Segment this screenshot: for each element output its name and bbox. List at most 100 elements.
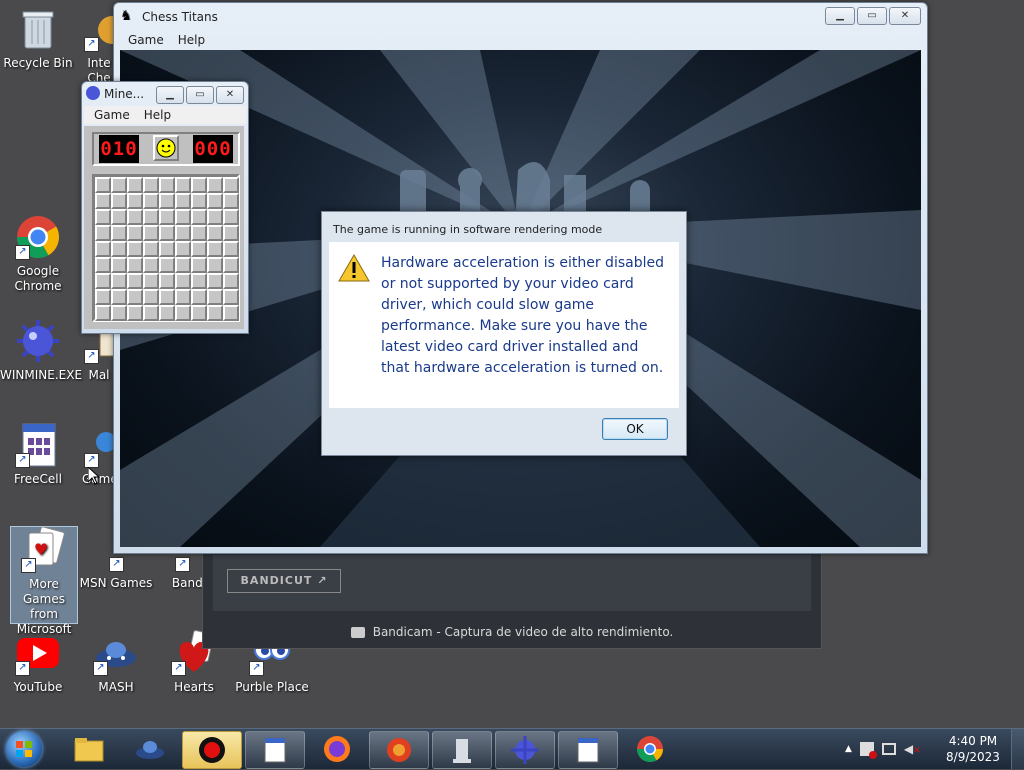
mine-cell[interactable] bbox=[191, 225, 207, 241]
taskbar-mash[interactable] bbox=[121, 731, 179, 767]
mine-cell[interactable] bbox=[111, 305, 127, 321]
mine-cell[interactable] bbox=[159, 241, 175, 257]
chess-titlebar[interactable]: ♞ Chess Titans ▁ ▭ ✕ bbox=[114, 3, 927, 29]
desktop-icon-internet[interactable]: ↗ Inte Che bbox=[82, 6, 116, 86]
mine-cell[interactable] bbox=[207, 305, 223, 321]
mine-cell[interactable] bbox=[111, 273, 127, 289]
mine-cell[interactable] bbox=[191, 273, 207, 289]
mine-cell[interactable] bbox=[143, 177, 159, 193]
mine-cell[interactable] bbox=[191, 289, 207, 305]
mine-cell[interactable] bbox=[223, 209, 239, 225]
action-center-icon[interactable] bbox=[859, 742, 877, 759]
mine-cell[interactable] bbox=[159, 305, 175, 321]
menu-game[interactable]: Game bbox=[94, 106, 130, 124]
mine-cell[interactable] bbox=[111, 193, 127, 209]
mine-cell[interactable] bbox=[95, 273, 111, 289]
mine-cell[interactable] bbox=[159, 289, 175, 305]
mine-cell[interactable] bbox=[111, 241, 127, 257]
mine-cell[interactable] bbox=[127, 289, 143, 305]
bandicut-button[interactable]: BANDICUT ↗ bbox=[227, 569, 341, 593]
mine-cell[interactable] bbox=[159, 257, 175, 273]
taskbar-freecell-2[interactable] bbox=[558, 731, 618, 769]
mine-cell[interactable] bbox=[95, 257, 111, 273]
volume-icon[interactable]: ◀✕ bbox=[904, 742, 921, 756]
desktop-icon-winmine[interactable]: WINMINE.EXE bbox=[0, 318, 82, 383]
mine-cell[interactable] bbox=[95, 241, 111, 257]
show-desktop-button[interactable] bbox=[1011, 729, 1024, 769]
mine-cell[interactable] bbox=[191, 177, 207, 193]
mine-cell[interactable] bbox=[191, 257, 207, 273]
taskbar-bandicam[interactable] bbox=[182, 731, 242, 769]
mine-cell[interactable] bbox=[159, 225, 175, 241]
mine-cell[interactable] bbox=[111, 257, 127, 273]
mine-cell[interactable] bbox=[191, 193, 207, 209]
taskbar-chess-titans[interactable] bbox=[432, 731, 492, 769]
mine-cell[interactable] bbox=[175, 257, 191, 273]
mine-cell[interactable] bbox=[191, 209, 207, 225]
mine-cell[interactable] bbox=[175, 273, 191, 289]
mine-cell[interactable] bbox=[175, 241, 191, 257]
mine-cell[interactable] bbox=[207, 209, 223, 225]
show-hidden-icons-icon[interactable]: ▲ bbox=[845, 744, 852, 754]
mine-cell[interactable] bbox=[111, 209, 127, 225]
maximize-button[interactable]: ▭ bbox=[186, 86, 214, 104]
minefield[interactable] bbox=[92, 174, 240, 322]
clock[interactable]: 4:40 PM 8/9/2023 bbox=[940, 733, 1006, 765]
mine-cell[interactable] bbox=[143, 257, 159, 273]
mine-cell[interactable] bbox=[159, 177, 175, 193]
mine-cell[interactable] bbox=[207, 289, 223, 305]
mine-cell[interactable] bbox=[207, 257, 223, 273]
mine-cell[interactable] bbox=[111, 177, 127, 193]
smiley-button[interactable] bbox=[153, 135, 179, 161]
minimize-button[interactable]: ▁ bbox=[825, 7, 855, 25]
desktop-icon-mash[interactable]: ↗ MASH bbox=[78, 630, 154, 695]
minesweeper-titlebar[interactable]: Mine... ▁ ▭ ✕ bbox=[82, 82, 248, 106]
mine-cell[interactable] bbox=[111, 289, 127, 305]
mine-cell[interactable] bbox=[223, 273, 239, 289]
mine-cell[interactable] bbox=[175, 289, 191, 305]
menu-help[interactable]: Help bbox=[144, 106, 171, 124]
maximize-button[interactable]: ▭ bbox=[857, 7, 887, 25]
taskbar-firefox[interactable] bbox=[308, 731, 366, 767]
mine-cell[interactable] bbox=[191, 241, 207, 257]
mine-cell[interactable] bbox=[111, 225, 127, 241]
desktop-icon-more-games[interactable]: ♥ ↗ More Games from Microsoft bbox=[10, 526, 78, 636]
mine-cell[interactable] bbox=[159, 209, 175, 225]
desktop-icon-google-chrome[interactable]: ↗ Google Chrome bbox=[0, 214, 76, 294]
menu-help[interactable]: Help bbox=[178, 31, 205, 49]
mine-cell[interactable] bbox=[175, 305, 191, 321]
mine-cell[interactable] bbox=[127, 305, 143, 321]
mine-cell[interactable] bbox=[95, 289, 111, 305]
mine-cell[interactable] bbox=[127, 209, 143, 225]
taskbar-chrome[interactable] bbox=[621, 731, 679, 767]
mine-cell[interactable] bbox=[143, 241, 159, 257]
mine-cell[interactable] bbox=[175, 177, 191, 193]
start-button[interactable] bbox=[6, 731, 42, 767]
mine-cell[interactable] bbox=[159, 273, 175, 289]
mine-cell[interactable] bbox=[175, 193, 191, 209]
mine-cell[interactable] bbox=[143, 193, 159, 209]
mine-cell[interactable] bbox=[143, 209, 159, 225]
mine-cell[interactable] bbox=[95, 225, 111, 241]
mine-cell[interactable] bbox=[127, 177, 143, 193]
network-icon[interactable] bbox=[881, 743, 896, 755]
close-button[interactable]: ✕ bbox=[216, 86, 244, 104]
mine-cell[interactable] bbox=[95, 209, 111, 225]
mine-cell[interactable] bbox=[223, 305, 239, 321]
mine-cell[interactable] bbox=[223, 177, 239, 193]
mine-cell[interactable] bbox=[95, 305, 111, 321]
mine-cell[interactable] bbox=[223, 193, 239, 209]
mine-cell[interactable] bbox=[207, 177, 223, 193]
menu-game[interactable]: Game bbox=[128, 31, 164, 49]
desktop-icon-youtube[interactable]: ↗ YouTube bbox=[0, 630, 76, 695]
mine-cell[interactable] bbox=[127, 225, 143, 241]
mine-cell[interactable] bbox=[143, 305, 159, 321]
mine-cell[interactable] bbox=[127, 273, 143, 289]
mine-cell[interactable] bbox=[207, 193, 223, 209]
mine-cell[interactable] bbox=[175, 209, 191, 225]
mine-cell[interactable] bbox=[159, 193, 175, 209]
desktop-icon-recycle-bin[interactable]: Recycle Bin bbox=[0, 6, 76, 71]
ok-button[interactable]: OK bbox=[602, 418, 668, 440]
mine-cell[interactable] bbox=[207, 225, 223, 241]
mine-cell[interactable] bbox=[143, 225, 159, 241]
